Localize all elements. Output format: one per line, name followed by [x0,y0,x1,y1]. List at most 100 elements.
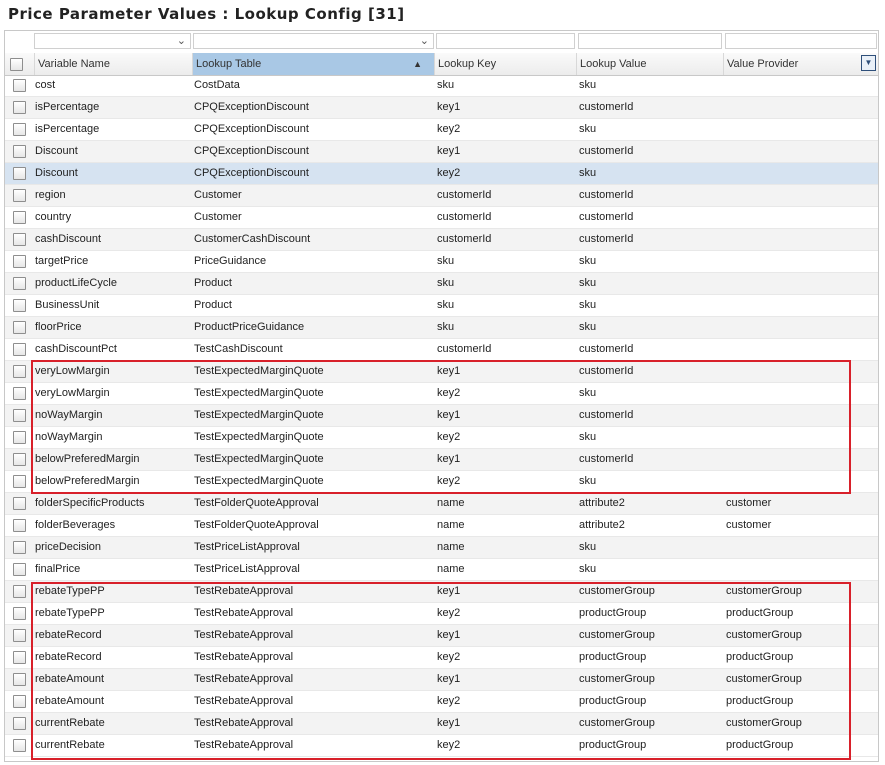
table-filter[interactable]: ⌄ [193,33,434,49]
table-row[interactable]: cashDiscount CustomerCashDiscount customer… [5,229,878,251]
row-checkbox[interactable] [13,607,26,620]
row-checkbox[interactable] [13,233,26,246]
cell-lookup-key: key1 [437,717,461,729]
chevron-down-icon: ⌄ [176,35,186,47]
cell-lookup-table: TestRebateApproval [194,695,294,707]
provider-filter[interactable] [725,33,877,49]
cell-lookup-key: key1 [437,101,461,113]
column-menu-icon[interactable]: ▼ [861,55,876,71]
table-row[interactable]: rebateAmount TestRebateApproval key2 produc… [5,691,878,713]
row-checkbox-cell [5,537,32,558]
cell-variable-name: veryLowMargin [35,365,110,377]
row-checkbox[interactable] [13,673,26,686]
cell-lookup-value: sku [579,123,597,135]
cell-lookup-table: TestExpectedMarginQuote [194,409,324,421]
select-all-checkbox[interactable] [10,58,23,71]
table-row[interactable]: Discount CPQExceptionDiscount key1 customer… [5,141,878,163]
table-row[interactable]: noWayMargin TestExpectedMarginQuote key1 cu… [5,405,878,427]
row-checkbox[interactable] [13,343,26,356]
table-row[interactable]: noWayMargin TestExpectedMarginQuote key2 sk… [5,427,878,449]
row-checkbox[interactable] [13,255,26,268]
lookup-config-grid: ⌄ ⌄ Variable Name Lookup Table ▲ Lookup … [4,30,879,762]
table-row[interactable]: belowPreferedMargin TestExpectedMarginQuo… [5,471,878,493]
row-checkbox[interactable] [13,409,26,422]
row-checkbox[interactable] [13,629,26,642]
row-checkbox[interactable] [13,739,26,752]
table-row[interactable]: country Customer customerId customerId [5,207,878,229]
row-checkbox[interactable] [13,695,26,708]
table-row[interactable]: cashDiscountPct TestCashDiscount customerI… [5,339,878,361]
row-checkbox[interactable] [13,519,26,532]
table-row[interactable]: finalPrice TestPriceListApproval name sku [5,559,878,581]
table-row[interactable]: rebateRecord TestRebateApproval key1 custom… [5,625,878,647]
key-filter[interactable] [436,33,575,49]
row-checkbox[interactable] [13,431,26,444]
row-checkbox[interactable] [13,211,26,224]
row-checkbox[interactable] [13,321,26,334]
row-checkbox-cell [5,713,32,734]
row-checkbox[interactable] [13,497,26,510]
table-row[interactable]: currentRebate TestRebateApproval key2 produ… [5,735,878,757]
row-checkbox[interactable] [13,145,26,158]
variable-filter[interactable]: ⌄ [34,33,191,49]
row-checkbox[interactable] [13,717,26,730]
column-header-row: Variable Name Lookup Table ▲ Lookup Key … [5,53,878,76]
row-checkbox[interactable] [13,277,26,290]
cell-lookup-table: TestCashDiscount [194,343,283,355]
cell-value-provider [723,251,881,272]
header-value-provider[interactable]: Value Provider ▼ [723,53,878,75]
value-filter[interactable] [578,33,722,49]
row-checkbox[interactable] [13,189,26,202]
header-lookup-key[interactable]: Lookup Key [434,53,576,75]
row-checkbox[interactable] [13,79,26,92]
table-row[interactable]: rebateRecord TestRebateApproval key2 produc… [5,647,878,669]
header-lookup-value[interactable]: Lookup Value [576,53,723,75]
row-checkbox-cell [5,207,32,228]
row-checkbox[interactable] [13,123,26,136]
table-row[interactable]: BusinessUnit Product sku sku [5,295,878,317]
table-row[interactable]: rebateTypePP TestRebateApproval key2 produc… [5,603,878,625]
table-row[interactable]: folderSpecificProducts TestFolderQuoteApp… [5,493,878,515]
table-row[interactable]: Discount CPQExceptionDiscount key2 sku [5,163,878,185]
table-row[interactable]: rebateAmount TestRebateApproval key1 custom… [5,669,878,691]
cell-variable-name: isPercentage [35,101,100,113]
header-variable-name[interactable]: Variable Name [34,53,192,75]
row-checkbox[interactable] [13,585,26,598]
cell-lookup-key: key1 [437,629,461,641]
table-row[interactable]: productLifeCycle Product sku sku [5,273,878,295]
header-lookup-table[interactable]: Lookup Table ▲ [192,53,434,75]
table-row[interactable]: veryLowMargin TestExpectedMarginQuote key1… [5,361,878,383]
cell-lookup-key: key1 [437,365,461,377]
row-checkbox[interactable] [13,651,26,664]
table-row[interactable]: folderBeverages TestFolderQuoteApproval na… [5,515,878,537]
cell-lookup-value: productGroup [579,651,647,663]
table-row[interactable]: region Customer customerId customerId [5,185,878,207]
row-checkbox[interactable] [13,299,26,312]
table-row[interactable]: targetPrice PriceGuidance sku sku [5,251,878,273]
table-row[interactable]: cost CostData sku sku [5,75,878,97]
row-checkbox[interactable] [13,167,26,180]
row-checkbox[interactable] [13,365,26,378]
cell-value-provider: customerGroup [726,585,802,597]
row-checkbox-cell [5,669,32,690]
row-checkbox[interactable] [13,541,26,554]
table-row[interactable]: isPercentage CPQExceptionDiscount key2 sku [5,119,878,141]
cell-variable-name: cashDiscountPct [35,343,117,355]
table-row[interactable]: isPercentage CPQExceptionDiscount key1 cust… [5,97,878,119]
row-checkbox[interactable] [13,563,26,576]
row-checkbox[interactable] [13,387,26,400]
cell-lookup-value: customerGroup [579,585,655,597]
row-checkbox[interactable] [13,453,26,466]
cell-lookup-table: TestRebateApproval [194,673,294,685]
row-checkbox[interactable] [13,475,26,488]
table-row[interactable]: floorPrice ProductPriceGuidance sku sku [5,317,878,339]
table-row[interactable]: currentRebate TestRebateApproval key1 custo… [5,713,878,735]
table-row[interactable]: veryLowMargin TestExpectedMarginQuote key2… [5,383,878,405]
table-row[interactable]: rebateTypePP TestRebateApproval key1 custom… [5,581,878,603]
cell-lookup-value: sku [579,277,597,289]
table-row[interactable]: priceDecision TestPriceListApproval name sk… [5,537,878,559]
row-checkbox[interactable] [13,101,26,114]
page-title: Price Parameter Values : Lookup Config [… [8,5,405,23]
table-row[interactable]: belowPreferedMargin TestExpectedMarginQuo… [5,449,878,471]
cell-value-provider [723,537,881,558]
